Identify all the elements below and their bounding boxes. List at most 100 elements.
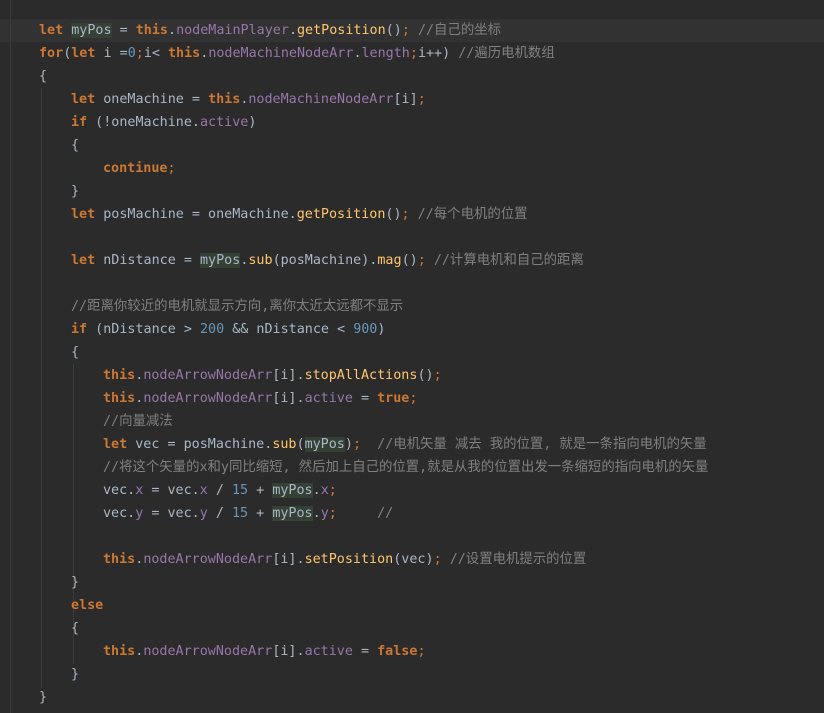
code-token: [i].	[272, 552, 305, 567]
code-token: .	[288, 23, 297, 38]
code-line[interactable]: vec.y = vec.y / 15 + myPos.y; //	[103, 502, 393, 525]
code-token: this	[103, 368, 136, 383]
code-token: let	[103, 437, 128, 452]
code-token: }	[71, 575, 80, 590]
code-token: posMachine = oneMachine.	[95, 207, 297, 222]
code-line[interactable]: {	[71, 341, 79, 364]
code-line[interactable]: this.nodeArrowNodeArr[i].active = true;	[103, 387, 417, 410]
code-token: myPos	[71, 23, 112, 38]
code-line[interactable]: {	[71, 617, 79, 640]
code-line[interactable]: else	[71, 594, 103, 617]
code-token: this	[135, 23, 168, 38]
code-token: //设置电机提示的位置	[449, 552, 587, 567]
code-line[interactable]: let vec = posMachine.sub(myPos); //电机矢量 …	[103, 433, 707, 456]
code-line[interactable]: //距离你较近的电机就显示方向,离你太近太远都不显示	[71, 295, 403, 318]
code-line[interactable]: for(let i =0;i< this.nodeMachineNodeArr.…	[39, 42, 555, 65]
code-line[interactable]: let oneMachine = this.nodeMachineNodeArr…	[71, 88, 426, 111]
code-token: ;	[135, 46, 144, 61]
code-token: ()	[385, 207, 402, 222]
code-token: ;	[409, 46, 418, 61]
code-token: [i].	[272, 644, 305, 659]
code-token: =	[352, 644, 378, 659]
code-token: //遍历电机数组	[458, 46, 555, 61]
code-line[interactable]: continue;	[103, 157, 176, 180]
code-line[interactable]: if (nDistance > 200 && nDistance < 900)	[71, 318, 385, 341]
code-line[interactable]: vec.x = vec.x / 15 + myPos.x;	[103, 479, 337, 502]
code-token: //距离你较近的电机就显示方向,离你太近太远都不显示	[71, 299, 404, 314]
code-token: stopAllActions	[304, 368, 418, 383]
code-token: .	[312, 483, 321, 498]
code-token: this	[103, 391, 136, 406]
code-token: if	[71, 322, 88, 337]
code-token: (posMachine).	[272, 253, 378, 268]
code-token: nodeMachineNodeArr	[208, 46, 354, 61]
code-line[interactable]: if (!oneMachine.active)	[71, 111, 256, 134]
code-token: ;	[401, 23, 410, 38]
code-token: this	[208, 92, 241, 107]
code-token: y	[320, 506, 329, 521]
code-editor[interactable]: let myPos = this.nodeMainPlayer.getPosit…	[0, 0, 824, 713]
code-line[interactable]: //向量减法	[103, 410, 173, 433]
code-token: mag	[377, 253, 402, 268]
code-token: //将这个矢量的x和y同比缩短, 然后加上自己的位置,就是从我的位置出发一条缩短…	[103, 460, 709, 475]
code-token: ()	[385, 23, 402, 38]
code-line[interactable]: this.nodeArrowNodeArr[i].setPosition(vec…	[103, 548, 586, 571]
code-token: [i].	[272, 391, 305, 406]
code-token: )	[248, 115, 257, 130]
code-token: 15	[232, 483, 249, 498]
code-line[interactable]: {	[71, 134, 79, 157]
code-token: vec = posMachine.	[127, 437, 273, 452]
code-line[interactable]: }	[71, 180, 79, 203]
code-line[interactable]: let myPos = this.nodeMainPlayer.getPosit…	[39, 19, 501, 42]
code-token: myPos	[272, 483, 313, 498]
code-token: nodeArrowNodeArr	[143, 368, 273, 383]
code-token: let	[71, 46, 96, 61]
code-token: ;	[328, 483, 337, 498]
code-token: (vec)	[393, 552, 434, 567]
code-token: [i].	[272, 368, 305, 383]
code-line[interactable]: }	[71, 663, 79, 686]
code-line[interactable]: }	[71, 571, 79, 594]
code-token: =	[352, 391, 378, 406]
code-token: active	[200, 115, 249, 130]
code-token: for	[39, 46, 64, 61]
code-token: {	[71, 138, 80, 153]
code-line[interactable]: }	[39, 686, 47, 709]
code-token: false	[377, 644, 418, 659]
code-token: ()	[401, 253, 418, 268]
code-token: ;	[417, 253, 426, 268]
code-token: //自己的坐标	[417, 23, 502, 38]
code-token: =	[111, 23, 136, 38]
code-token: .	[353, 46, 362, 61]
code-token: ;	[417, 92, 426, 107]
code-token: let	[39, 23, 64, 38]
code-token: [i]	[393, 92, 418, 107]
code-token: +	[248, 506, 273, 521]
code-token: vec.	[103, 483, 136, 498]
code-token: getPosition	[297, 23, 386, 38]
code-token: i++)	[417, 46, 459, 61]
code-token: this	[103, 644, 136, 659]
code-line[interactable]: let nDistance = myPos.sub(posMachine).ma…	[71, 249, 584, 272]
code-token: (nDistance >	[87, 322, 200, 337]
code-line[interactable]: this.nodeArrowNodeArr[i].stopAllActions(…	[103, 364, 442, 387]
code-token: nodeArrowNodeArr	[143, 391, 273, 406]
code-token: .	[168, 23, 177, 38]
code-line[interactable]: {	[39, 65, 47, 88]
code-token: this	[168, 46, 201, 61]
code-line[interactable]: //将这个矢量的x和y同比缩短, 然后加上自己的位置,就是从我的位置出发一条缩短…	[103, 456, 708, 479]
code-line[interactable]: this.nodeArrowNodeArr[i].active = false;	[103, 640, 426, 663]
code-token: .	[312, 506, 321, 521]
code-token: ;	[433, 552, 442, 567]
code-token: )	[377, 322, 386, 337]
code-line[interactable]: let posMachine = oneMachine.getPosition(…	[71, 203, 528, 226]
code-token: {	[71, 621, 80, 636]
code-token: nDistance =	[95, 253, 200, 268]
code-token: ;	[417, 644, 426, 659]
code-token: sub	[272, 437, 297, 452]
